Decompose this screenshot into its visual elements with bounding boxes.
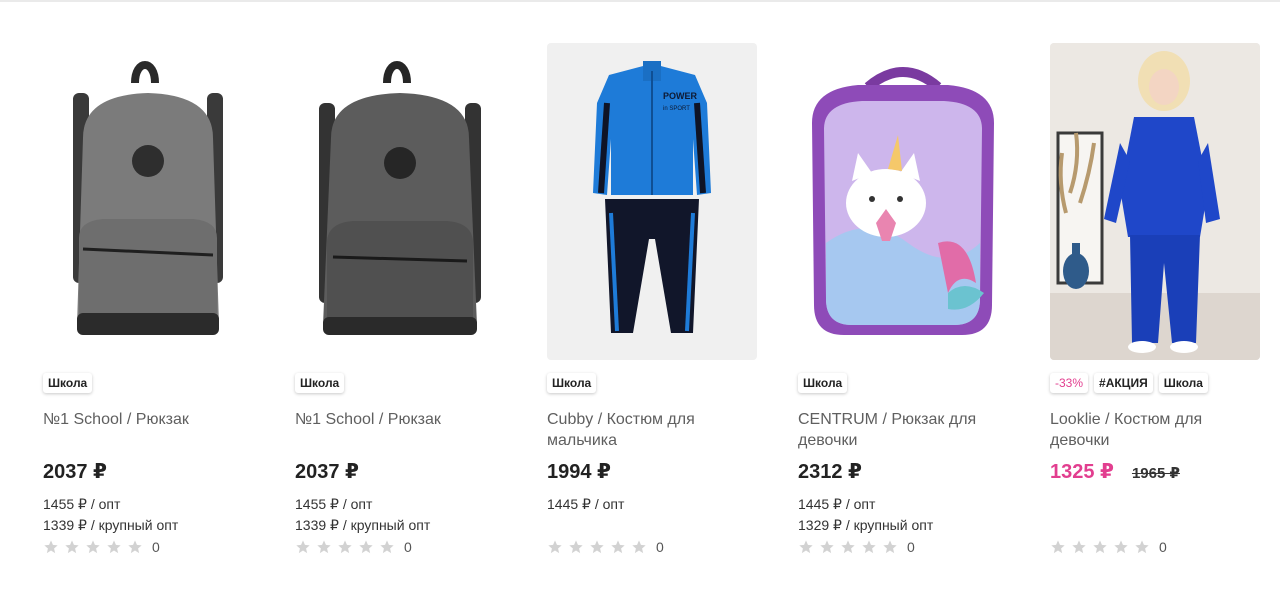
rating: 0 — [547, 539, 664, 555]
backpack-unicorn-cat-icon — [812, 67, 994, 335]
badge-list: Школа — [43, 373, 93, 393]
product-grid: Школа №1 School / Рюкзак 2037 ₽ 1455 ₽ /… — [0, 0, 1280, 594]
product-title[interactable]: №1 School / Рюкзак — [43, 409, 248, 430]
price-row: 1994 ₽ — [547, 459, 611, 484]
tracksuit-icon: POWER in SPORT — [593, 61, 711, 333]
badge-list: -33% #АКЦИЯ Школа — [1050, 373, 1208, 393]
product-card[interactable]: -33% #АКЦИЯ Школа Looklie / Костюм для д… — [1050, 43, 1260, 573]
wholesale-prices: 1445 ₽ / опт 1329 ₽ / крупный опт — [798, 494, 933, 536]
rating: 0 — [43, 539, 160, 555]
product-title[interactable]: Cubby / Костюм для мальчика — [547, 409, 752, 451]
price-row: 2312 ₽ — [798, 459, 862, 484]
star-icon — [317, 540, 331, 554]
badge-list: Школа — [798, 373, 848, 393]
star-icon — [590, 540, 604, 554]
star-icon — [86, 540, 100, 554]
wholesale-price: 1445 ₽ / опт — [547, 496, 625, 512]
star-icon — [44, 540, 58, 554]
wholesale-prices: 1445 ₽ / опт — [547, 494, 624, 515]
rating-count: 0 — [152, 539, 160, 555]
old-price: 1965 ₽ — [1131, 465, 1180, 482]
star-icon — [65, 540, 79, 554]
product-price: 1994 ₽ — [547, 461, 611, 483]
product-title[interactable]: Looklie / Костюм для девочки — [1050, 409, 1255, 451]
product-title[interactable]: CENTRUM / Рюкзак для девочки — [798, 409, 1003, 451]
product-price: 2037 ₽ — [295, 461, 359, 483]
product-card[interactable]: Школа №1 School / Рюкзак 2037 ₽ 1455 ₽ /… — [295, 43, 505, 573]
star-icon — [1135, 540, 1149, 554]
category-badge[interactable]: Школа — [1158, 373, 1208, 393]
star-icon — [1114, 540, 1128, 554]
star-icon — [820, 540, 834, 554]
product-image[interactable] — [43, 43, 253, 360]
star-icon — [611, 540, 625, 554]
product-image[interactable] — [1050, 43, 1260, 360]
rating: 0 — [1050, 539, 1167, 555]
star-icon — [107, 540, 121, 554]
product-image[interactable] — [798, 43, 1008, 360]
star-icon — [128, 540, 142, 554]
backpack-grey-icon — [73, 61, 223, 335]
star-icon — [338, 540, 352, 554]
svg-text:POWER: POWER — [663, 91, 698, 101]
wholesale-price: 1445 ₽ / опт — [798, 496, 876, 512]
product-title[interactable]: №1 School / Рюкзак — [295, 409, 500, 430]
rating: 0 — [295, 539, 412, 555]
star-icon — [883, 540, 897, 554]
bulk-price: 1339 ₽ / крупный опт — [43, 517, 179, 533]
discount-badge[interactable]: -33% — [1050, 373, 1089, 393]
category-badge[interactable]: Школа — [547, 373, 597, 393]
badge-list: Школа — [295, 373, 345, 393]
star-icon — [548, 540, 562, 554]
star-icon — [841, 540, 855, 554]
star-icon — [359, 540, 373, 554]
bulk-price: 1329 ₽ / крупный опт — [798, 517, 934, 533]
star-icon — [799, 540, 813, 554]
price-row: 2037 ₽ — [43, 459, 107, 484]
category-badge[interactable]: Школа — [43, 373, 93, 393]
product-card[interactable]: POWER in SPORT Школа Cubby / Костюм для … — [547, 43, 757, 573]
star-icon — [1051, 540, 1065, 554]
category-badge[interactable]: Школа — [798, 373, 848, 393]
star-icon — [1093, 540, 1107, 554]
product-card[interactable]: Школа CENTRUM / Рюкзак для девочки 2312 … — [798, 43, 1008, 573]
product-card[interactable]: Школа №1 School / Рюкзак 2037 ₽ 1455 ₽ /… — [43, 43, 253, 573]
wholesale-price: 1455 ₽ / опт — [43, 496, 121, 512]
girl-blue-suit-photo-icon — [1050, 43, 1260, 360]
rating-count: 0 — [907, 539, 915, 555]
backpack-darkgrey-icon — [319, 61, 481, 335]
wholesale-price: 1455 ₽ / опт — [295, 496, 373, 512]
wholesale-prices: 1455 ₽ / опт 1339 ₽ / крупный опт — [295, 494, 430, 536]
badge-list: Школа — [547, 373, 597, 393]
star-icon — [569, 540, 583, 554]
star-icon — [862, 540, 876, 554]
price-row: 1325 ₽ 1965 ₽ — [1050, 459, 1180, 484]
svg-text:in SPORT: in SPORT — [663, 106, 690, 112]
star-icon — [380, 540, 394, 554]
promo-badge[interactable]: #АКЦИЯ — [1094, 373, 1153, 393]
product-price: 2312 ₽ — [798, 461, 862, 483]
price-row: 2037 ₽ — [295, 459, 359, 484]
rating-count: 0 — [1159, 539, 1167, 555]
rating: 0 — [798, 539, 915, 555]
category-badge[interactable]: Школа — [295, 373, 345, 393]
star-icon — [1072, 540, 1086, 554]
star-icon — [632, 540, 646, 554]
product-price: 2037 ₽ — [43, 461, 107, 483]
product-image[interactable] — [295, 43, 505, 360]
rating-count: 0 — [656, 539, 664, 555]
sale-price: 1325 ₽ — [1050, 461, 1114, 483]
bulk-price: 1339 ₽ / крупный опт — [295, 517, 431, 533]
rating-count: 0 — [404, 539, 412, 555]
wholesale-prices: 1455 ₽ / опт 1339 ₽ / крупный опт — [43, 494, 178, 536]
product-image[interactable]: POWER in SPORT — [547, 43, 757, 360]
star-icon — [296, 540, 310, 554]
